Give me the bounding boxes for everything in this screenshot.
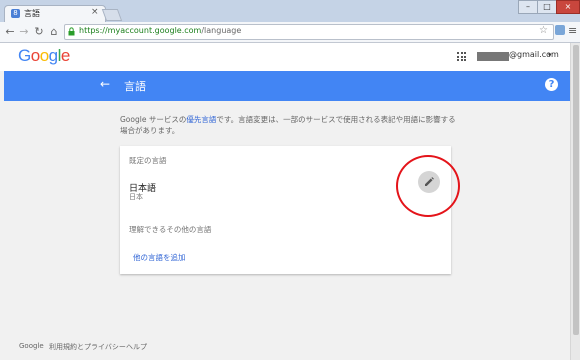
scrollbar[interactable] [570,43,580,360]
language-card: 既定の言語 日本語 日本 理解できるその他の言語 他の言語を追加 [120,146,451,274]
logo-letter: g [48,46,58,65]
footer-help-link[interactable]: ヘルプ [126,342,147,352]
page-title: 言語 [124,80,146,93]
google-header: Google @gmail.com ▾ [0,43,570,71]
page-title-bar: ← 言語 ? [4,71,570,101]
minimize-button[interactable]: – [518,0,538,14]
favicon-icon: 8 [11,9,20,18]
apps-grid-icon[interactable] [457,52,466,61]
logo-letter: o [39,46,49,65]
google-logo[interactable]: Google [18,46,70,66]
tab-title: 言語 [24,9,40,18]
menu-icon[interactable]: ≡ [568,24,577,37]
camera-extension-icon[interactable] [555,25,565,35]
preferred-language-link[interactable]: 優先言語 [186,115,216,124]
account-dropdown-caret-icon[interactable]: ▾ [548,51,552,59]
browser-toolbar: ← → ↻ ⌂ https://myaccount.google.com/lan… [0,22,580,43]
page-viewport: Google @gmail.com ▾ ← 言語 ? Google サービスの優… [0,43,570,360]
maximize-button[interactable]: □ [537,0,557,14]
tab-close-icon[interactable]: × [91,7,99,17]
footer-google-link[interactable]: Google [19,342,44,350]
close-window-button[interactable]: × [556,0,580,14]
tab-language[interactable]: 8 言語 × [4,5,106,23]
logo-letter: o [30,46,40,65]
logo-letter: e [60,46,70,65]
back-arrow-icon[interactable]: ← [4,25,16,38]
lock-icon [68,27,75,36]
footer-terms-privacy-link[interactable]: 利用規約とプライバシー [49,342,126,352]
default-language-region: 日本 [129,193,143,201]
language-description: Google サービスの優先言語です。言語変更は、一部のサービスで使用される表記… [120,114,460,136]
help-icon[interactable]: ? [545,78,558,91]
browser-window: 8 言語 × – □ × ← → ↻ ⌂ https://myaccount.g… [0,0,580,360]
add-language-link[interactable]: 他の言語を追加 [133,252,186,263]
forward-arrow-icon[interactable]: → [18,25,30,38]
new-tab-button[interactable] [101,9,123,21]
scrollbar-thumb[interactable] [573,45,579,335]
url-text: https://myaccount.google.com/language [79,26,242,35]
reload-icon[interactable]: ↻ [33,25,45,38]
logo-letter: G [18,46,31,65]
bookmark-star-icon[interactable]: ☆ [539,25,548,36]
description-text-1: Google サービスの [120,115,187,124]
default-language-label: 既定の言語 [129,156,167,165]
highlight-circle-annotation [396,155,460,217]
tab-strip: 8 言語 × – □ × [0,0,580,23]
back-arrow-icon[interactable]: ← [100,77,110,91]
address-bar[interactable]: https://myaccount.google.com/language ☆ [64,24,554,40]
account-name-redacted [477,52,509,61]
other-languages-label: 理解できるその他の言語 [129,225,212,234]
home-icon[interactable]: ⌂ [48,25,60,38]
